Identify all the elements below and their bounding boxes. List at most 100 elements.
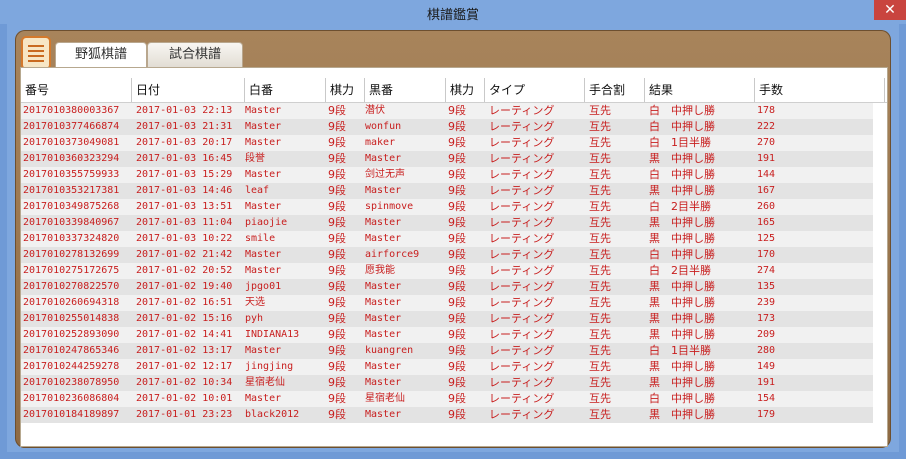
col-header-date[interactable]: 日付 [132,78,245,102]
cell-result: 黒 中押し勝 [649,280,715,293]
col-header-moves[interactable]: 手数 [755,78,885,102]
cell-number: 2017010184189897 [23,409,120,420]
cell-result: 白 1目半勝 [649,136,711,149]
cell-white-rank: 9段 [328,248,346,261]
cell-type: レーティング [489,248,555,261]
cell-black-player: Master [365,361,402,372]
close-button[interactable]: ✕ [874,0,906,20]
cell-white-player: Master [245,121,282,132]
table-row[interactable]: 2017010278132699 2017-01-02 21:42 Master 9段… [21,247,873,263]
table-row[interactable]: 2017010275172675 2017-01-02 20:52 Master 9段… [21,263,873,279]
table-row[interactable]: 2017010377466874 2017-01-03 21:31 Master 9段… [21,119,873,135]
cell-result: 黒 中押し勝 [649,232,715,245]
cell-moves: 191 [757,153,776,164]
cell-result: 黒 中押し勝 [649,360,715,373]
cell-handicap: 互先 [589,296,611,309]
cell-white-player: Master [245,105,282,116]
cell-black-player: Master [365,233,402,244]
cell-white-player: Master [245,345,282,356]
menu-list-icon[interactable] [21,36,51,70]
cell-white-player: Master [245,201,282,212]
cell-white-player: jingjing [245,361,294,372]
cell-handicap: 互先 [589,136,611,149]
cell-black-player: 星宿老仙 [365,393,405,404]
cell-date: 2017-01-01 23:23 [136,409,233,420]
cell-moves: 173 [757,313,776,324]
cell-type: レーティング [489,408,555,421]
table-row[interactable]: 2017010270822570 2017-01-02 19:40 jpgo01 9段… [21,279,873,295]
col-header-number[interactable]: 番号 [21,78,132,102]
cell-number: 2017010360323294 [23,153,120,164]
cell-number: 2017010260694318 [23,297,120,308]
cell-number: 2017010238078950 [23,377,120,388]
table-row[interactable]: 2017010337324820 2017-01-03 10:22 smile 9段 M… [21,231,873,247]
cell-number: 2017010337324820 [23,233,120,244]
cell-moves: 222 [757,121,776,132]
cell-black-player: Master [365,329,402,340]
cell-moves: 178 [757,105,776,116]
cell-moves: 179 [757,409,776,420]
cell-moves: 270 [757,137,776,148]
cell-white-rank: 9段 [328,136,346,149]
cell-black-rank: 9段 [448,200,466,213]
cell-black-rank: 9段 [448,360,466,373]
cell-type: レーティング [489,376,555,389]
cell-type: レーティング [489,136,555,149]
table-row[interactable]: 2017010360323294 2017-01-03 16:45 段誉 9段 Mast… [21,151,873,167]
table-row[interactable]: 2017010260694318 2017-01-02 16:51 天选 9段 Mast… [21,295,873,311]
cell-number: 2017010377466874 [23,121,120,132]
cell-white-player: Master [245,137,282,148]
cell-handicap: 互先 [589,120,611,133]
records-table: 番号 日付 白番 棋力 黒番 棋力 タイプ 手合割 結果 手数 20170103… [20,67,888,447]
cell-number: 2017010380003367 [23,105,120,116]
table-row[interactable]: 2017010252893090 2017-01-02 14:41 INDIANA1… [21,327,873,343]
table-row[interactable]: 2017010339840967 2017-01-03 11:04 piaojie 9… [21,215,873,231]
cell-black-rank: 9段 [448,232,466,245]
cell-type: レーティング [489,280,555,293]
cell-black-player: Master [365,217,402,228]
cell-handicap: 互先 [589,216,611,229]
col-header-handicap[interactable]: 手合割 [585,78,645,102]
table-row[interactable]: 2017010349875268 2017-01-03 13:51 Master 9段… [21,199,873,215]
cell-white-player: Master [245,265,282,276]
table-row[interactable]: 2017010355759933 2017-01-03 15:29 Master 9段… [21,167,873,183]
table-row[interactable]: 2017010236086804 2017-01-02 10:01 Master 9段… [21,391,873,407]
col-header-type[interactable]: タイプ [485,78,585,102]
tab-fox-records[interactable]: 野狐棋譜 [55,42,147,67]
table-row[interactable]: 2017010238078950 2017-01-02 10:34 星宿老仙 9段 Ma… [21,375,873,391]
cell-white-player: Master [245,169,282,180]
cell-type: レーティング [489,232,555,245]
cell-black-rank: 9段 [448,136,466,149]
cell-date: 2017-01-03 14:46 [136,185,233,196]
cell-white-rank: 9段 [328,312,346,325]
col-header-result[interactable]: 結果 [645,78,755,102]
cell-number: 2017010255014838 [23,313,120,324]
cell-black-rank: 9段 [448,328,466,341]
table-row[interactable]: 2017010373049081 2017-01-03 20:17 Master 9段… [21,135,873,151]
table-header: 番号 日付 白番 棋力 黒番 棋力 タイプ 手合割 結果 手数 [21,78,887,103]
col-header-white[interactable]: 白番 [245,78,326,102]
table-row[interactable]: 2017010353217381 2017-01-03 14:46 leaf 9段 Ma… [21,183,873,199]
col-header-white-rank[interactable]: 棋力 [326,78,365,102]
table-row[interactable]: 2017010380003367 2017-01-03 22:13 Master 9段… [21,103,873,119]
cell-white-player: 星宿老仙 [245,377,285,388]
cell-black-rank: 9段 [448,120,466,133]
cell-date: 2017-01-03 21:31 [136,121,233,132]
table-row[interactable]: 2017010184189897 2017-01-01 23:23 black201… [21,407,873,423]
col-header-black-rank[interactable]: 棋力 [446,78,485,102]
cell-result: 黒 中押し勝 [649,312,715,325]
table-row[interactable]: 2017010247865346 2017-01-02 13:17 Master 9段… [21,343,873,359]
tab-match-records[interactable]: 試合棋譜 [147,42,243,67]
cell-moves: 135 [757,281,776,292]
table-row[interactable]: 2017010255014838 2017-01-02 15:16 pyh 9段 Mas… [21,311,873,327]
cell-type: レーティング [489,168,555,181]
cell-result: 白 中押し勝 [649,120,715,133]
cell-white-player: smile [245,233,276,244]
col-header-black[interactable]: 黒番 [365,78,446,102]
cell-handicap: 互先 [589,152,611,165]
cell-date: 2017-01-02 16:51 [136,297,233,308]
cell-moves: 149 [757,361,776,372]
cell-white-rank: 9段 [328,120,346,133]
table-row[interactable]: 2017010244259278 2017-01-02 12:17 jingjing… [21,359,873,375]
cell-white-player: piaojie [245,217,288,228]
